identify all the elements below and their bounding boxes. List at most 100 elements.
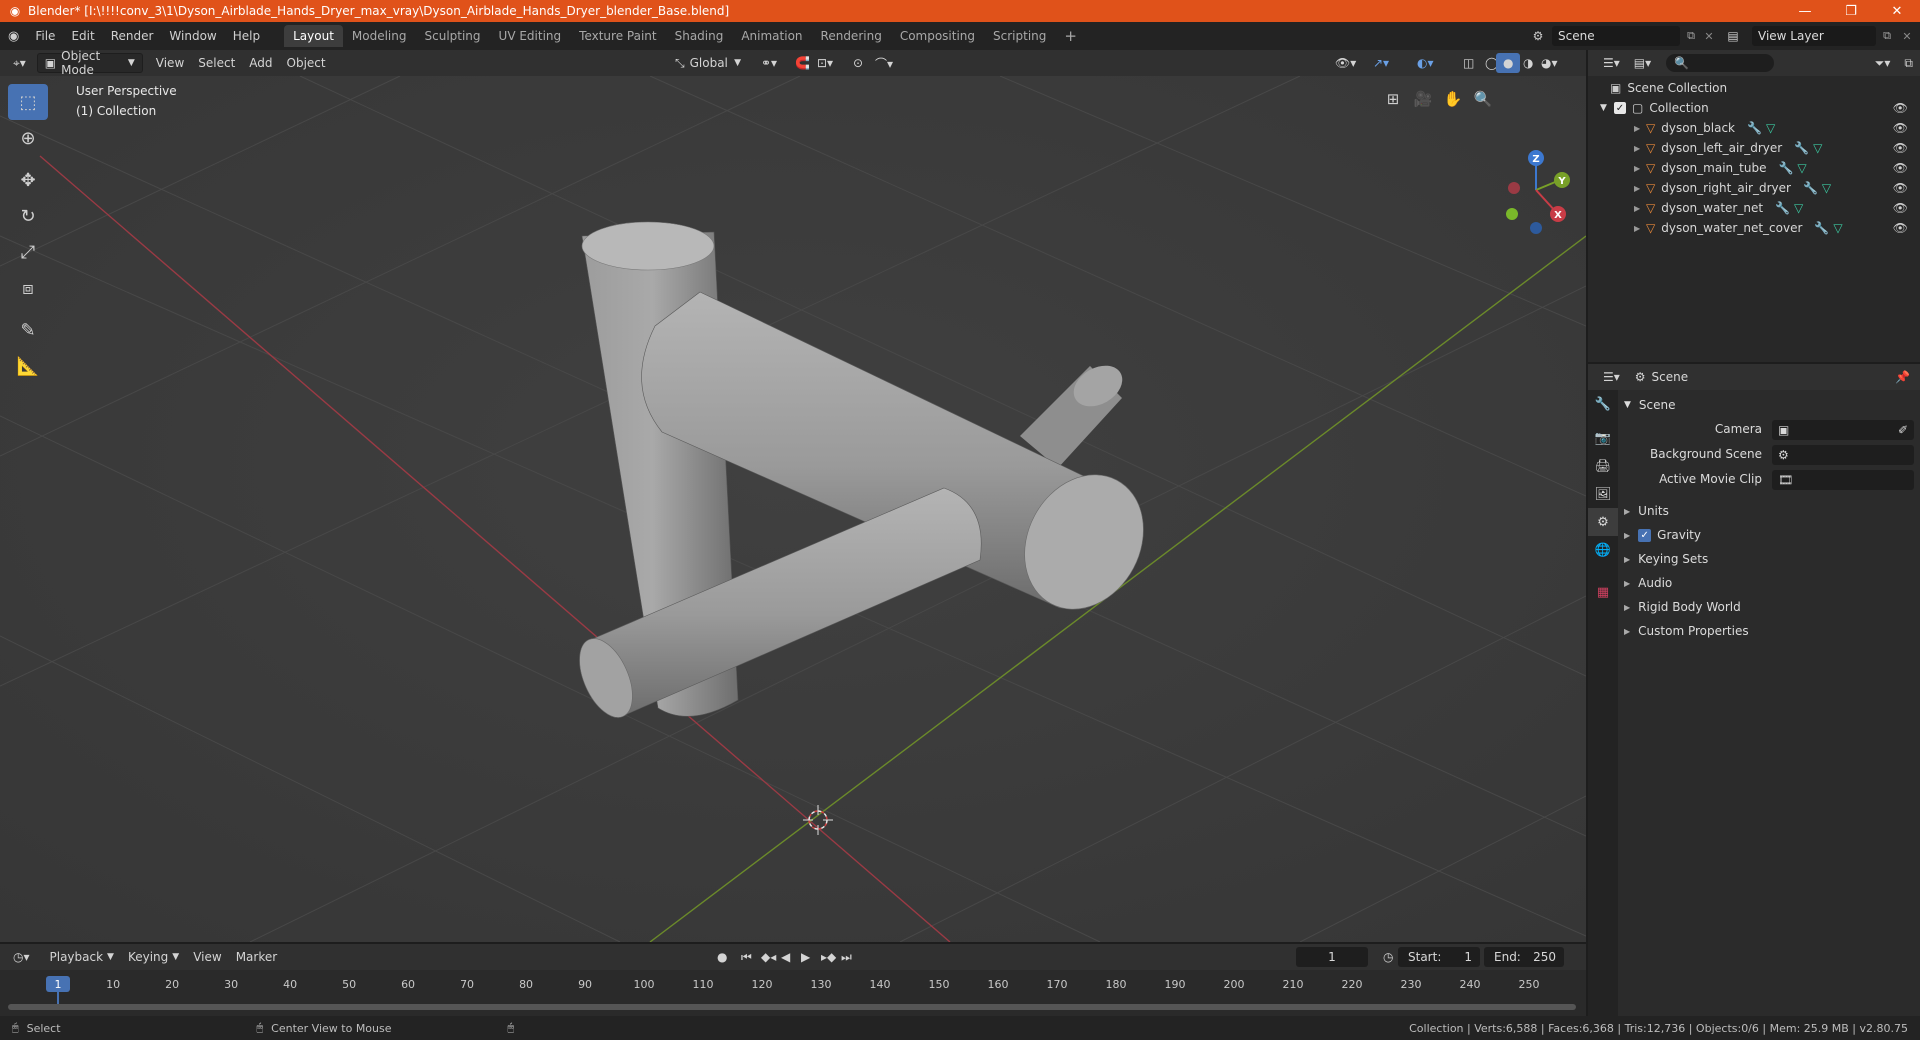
units-subpanel[interactable]: ▶ Units bbox=[1624, 504, 1669, 518]
gravity-checkbox[interactable]: ✓ bbox=[1638, 528, 1652, 542]
expand-arrow-icon[interactable]: ▶ bbox=[1634, 124, 1646, 133]
scene-tab-icon[interactable]: ⚙ bbox=[1588, 508, 1618, 536]
expand-arrow-icon[interactable]: ▶ bbox=[1634, 144, 1646, 153]
gizmo-toggle-icon[interactable]: ↗▾ bbox=[1366, 53, 1396, 73]
render-tab-icon[interactable]: 📷 bbox=[1588, 424, 1618, 452]
audio-subpanel[interactable]: ▶ Audio bbox=[1624, 576, 1672, 590]
transform-orientation-dropdown[interactable]: ⤡ Global ▼ bbox=[668, 53, 748, 73]
tab-scripting[interactable]: Scripting bbox=[984, 25, 1055, 47]
menu-help[interactable]: Help bbox=[225, 25, 268, 47]
timeline-scrollbar[interactable] bbox=[8, 1004, 1576, 1010]
expand-arrow-icon[interactable]: ▶ bbox=[1634, 164, 1646, 173]
rendered-shading-icon[interactable]: ◕▾ bbox=[1534, 53, 1565, 73]
outliner-collection[interactable]: ▼ ✓ ▢ Collection 👁 bbox=[1588, 98, 1920, 118]
view-layer-tab-icon[interactable]: 🖼 bbox=[1588, 480, 1618, 508]
menu-view[interactable]: View bbox=[149, 53, 191, 73]
editor-type-icon[interactable]: ⌖▾ bbox=[6, 53, 33, 73]
outliner-object-row[interactable]: ▶ ▽ dyson_main_tube 🔧 ▽ 👁 bbox=[1588, 158, 1920, 178]
scene-panel-header[interactable]: ▼ Scene bbox=[1624, 398, 1676, 412]
tab-modeling[interactable]: Modeling bbox=[343, 25, 416, 47]
eye-icon[interactable]: 👁 bbox=[1893, 221, 1908, 235]
expand-arrow-icon[interactable]: ▶ bbox=[1634, 204, 1646, 213]
scene-selector-icon[interactable]: ⚙ bbox=[1527, 26, 1549, 46]
outliner-scene-collection[interactable]: ▣ Scene Collection bbox=[1588, 78, 1920, 98]
texture-tab-icon[interactable]: ▦ bbox=[1588, 578, 1618, 606]
proportional-falloff-icon[interactable]: ⌒▾ bbox=[868, 53, 900, 73]
menu-marker[interactable]: Marker bbox=[229, 947, 284, 967]
properties-editor-type-icon[interactable]: ☰▾ bbox=[1596, 367, 1627, 387]
annotate-tool-icon[interactable]: ✎ bbox=[8, 312, 48, 348]
expand-arrow-icon[interactable]: ▶ bbox=[1634, 184, 1646, 193]
pivot-point-icon[interactable]: ⚭▾ bbox=[754, 53, 784, 73]
toggle-grid-view-icon[interactable]: ⊞ bbox=[1380, 86, 1406, 112]
delete-scene-icon[interactable]: ✕ bbox=[1700, 26, 1718, 46]
preview-range-icon[interactable]: ◷ bbox=[1376, 947, 1400, 967]
mode-dropdown[interactable]: ▣ Object Mode ▼ bbox=[36, 49, 143, 77]
active-movie-clip-field[interactable]: 🎞 bbox=[1772, 470, 1914, 490]
transform-tool-icon[interactable]: ⧈ bbox=[8, 270, 48, 306]
snap-element-icon[interactable]: ⊡▾ bbox=[810, 53, 840, 73]
eye-icon[interactable]: 👁 bbox=[1893, 121, 1908, 135]
tab-sculpting[interactable]: Sculpting bbox=[416, 25, 490, 47]
menu-keying[interactable]: Keying ▼ bbox=[121, 947, 186, 967]
tab-animation[interactable]: Animation bbox=[732, 25, 811, 47]
close-button[interactable]: ✕ bbox=[1874, 0, 1920, 22]
camera-view-icon[interactable]: 🎥 bbox=[1410, 86, 1436, 112]
timeline-editor-type-icon[interactable]: ◷▾ bbox=[6, 947, 37, 967]
overlay-toggle-icon[interactable]: ◐▾ bbox=[1410, 53, 1441, 73]
eyedropper-icon[interactable]: ✐ bbox=[1898, 423, 1908, 437]
keying-sets-subpanel[interactable]: ▶ Keying Sets bbox=[1624, 552, 1708, 566]
eye-icon[interactable]: 👁 bbox=[1893, 181, 1908, 195]
menu-timeline-view[interactable]: View bbox=[186, 947, 228, 967]
3d-viewport[interactable]: Z Y X User Perspective (1) Collection ⊞ … bbox=[0, 76, 1586, 942]
end-frame-field[interactable]: End: 250 bbox=[1484, 947, 1564, 967]
menu-file[interactable]: File bbox=[27, 25, 63, 47]
eye-icon[interactable]: 👁 bbox=[1893, 161, 1908, 175]
tab-compositing[interactable]: Compositing bbox=[891, 25, 984, 47]
timeline-ruler[interactable]: 1 10 20 30 40 50 60 70 80 90 100 110 120 130 140 150 16… bbox=[0, 970, 1586, 1016]
scene-name-field[interactable]: Scene bbox=[1552, 26, 1680, 46]
neg-y-axis-handle[interactable] bbox=[1506, 208, 1518, 220]
maximize-button[interactable]: ❐ bbox=[1828, 0, 1874, 22]
jump-end-icon[interactable]: ⏭ bbox=[834, 947, 859, 967]
menu-edit[interactable]: Edit bbox=[63, 25, 102, 47]
move-tool-icon[interactable]: ✥ bbox=[8, 162, 48, 198]
new-view-layer-icon[interactable]: ⧉ bbox=[1878, 26, 1896, 46]
add-workspace-button[interactable]: + bbox=[1055, 25, 1086, 47]
new-scene-icon[interactable]: ⧉ bbox=[1682, 26, 1700, 46]
outliner-object-row[interactable]: ▶ ▽ dyson_water_net_cover 🔧 ▽ 👁 bbox=[1588, 218, 1920, 238]
menu-window[interactable]: Window bbox=[161, 25, 224, 47]
rigid-body-world-subpanel[interactable]: ▶ Rigid Body World bbox=[1624, 600, 1741, 614]
outliner-search-input[interactable]: 🔍 bbox=[1666, 54, 1775, 72]
outliner-object-row[interactable]: ▶ ▽ dyson_water_net 🔧 ▽ 👁 bbox=[1588, 198, 1920, 218]
select-box-tool-icon[interactable]: ⬚ bbox=[8, 84, 48, 120]
tab-uv-editing[interactable]: UV Editing bbox=[490, 25, 571, 47]
zoom-view-icon[interactable]: 🔍 bbox=[1470, 86, 1496, 112]
current-frame-indicator[interactable]: 1 bbox=[46, 976, 70, 992]
camera-field[interactable]: ▣ ✐ bbox=[1772, 420, 1914, 440]
outliner-editor-type-icon[interactable]: ☰▾ bbox=[1596, 53, 1627, 73]
expand-arrow-icon[interactable]: ▼ bbox=[1600, 103, 1614, 113]
tab-texture-paint[interactable]: Texture Paint bbox=[570, 25, 665, 47]
outliner-object-row[interactable]: ▶ ▽ dyson_left_air_dryer 🔧 ▽ 👁 bbox=[1588, 138, 1920, 158]
eye-icon[interactable]: 👁 bbox=[1893, 101, 1908, 115]
display-mode-icon[interactable]: ▤▾ bbox=[1627, 53, 1658, 73]
menu-add[interactable]: Add bbox=[242, 53, 279, 73]
tool-tab-icon[interactable]: 🔧 bbox=[1588, 390, 1618, 418]
view-layer-icon[interactable]: ▤ bbox=[1722, 26, 1744, 46]
outliner-object-row[interactable]: ▶ ▽ dyson_black 🔧 ▽ 👁 bbox=[1588, 118, 1920, 138]
pan-view-hand-icon[interactable]: ✋ bbox=[1440, 86, 1466, 112]
collection-checkbox[interactable]: ✓ bbox=[1614, 102, 1626, 114]
menu-object[interactable]: Object bbox=[280, 53, 333, 73]
filter-icon[interactable]: ⏷▾ bbox=[1868, 53, 1898, 73]
output-tab-icon[interactable]: 🖨 bbox=[1588, 452, 1618, 480]
blender-menu-icon[interactable]: ◉ bbox=[0, 25, 27, 47]
current-frame-field[interactable]: 1 bbox=[1296, 947, 1368, 967]
record-button-icon[interactable]: ● bbox=[710, 947, 734, 967]
delete-view-layer-icon[interactable]: ✕ bbox=[1898, 26, 1916, 46]
menu-select[interactable]: Select bbox=[191, 53, 242, 73]
visibility-selectability-icon[interactable]: 👁▾ bbox=[1328, 53, 1363, 73]
new-collection-icon[interactable]: ⧉ bbox=[1897, 53, 1920, 73]
neg-x-axis-handle[interactable] bbox=[1508, 182, 1520, 194]
world-tab-icon[interactable]: 🌐 bbox=[1588, 536, 1618, 564]
